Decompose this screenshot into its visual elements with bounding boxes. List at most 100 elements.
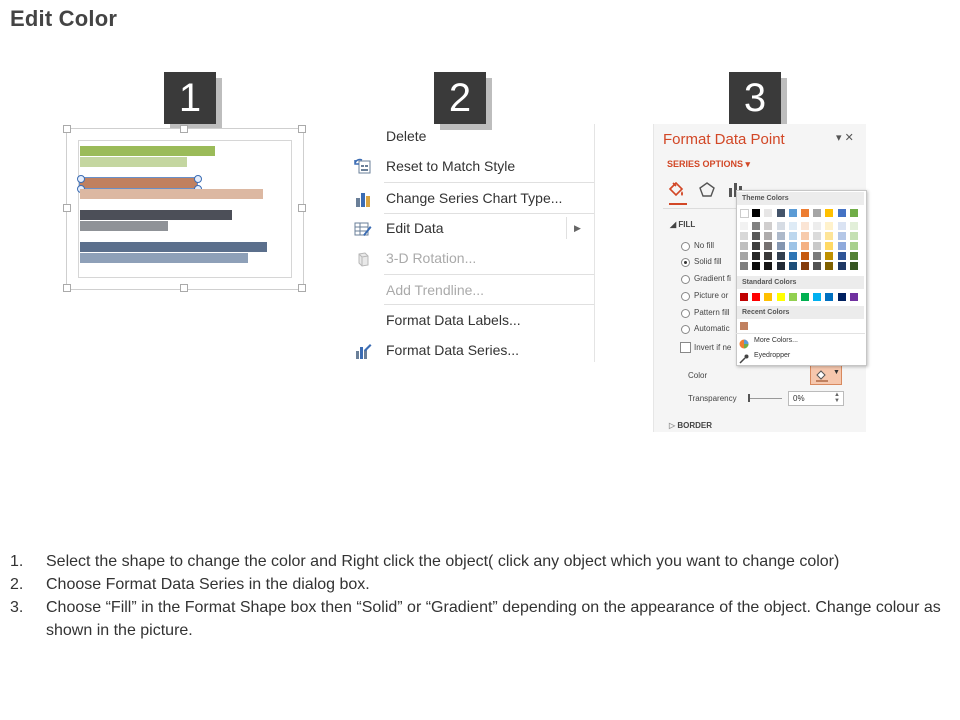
chart-bar[interactable] [80, 146, 215, 156]
theme-shade-swatch[interactable] [801, 262, 809, 270]
resize-handle[interactable] [298, 125, 306, 133]
theme-shade-swatch[interactable] [777, 242, 785, 250]
theme-color-swatch[interactable] [813, 209, 821, 217]
theme-color-swatch[interactable] [740, 209, 749, 218]
theme-shade-swatch[interactable] [752, 232, 760, 240]
eyedropper-option[interactable]: Eyedropper [754, 352, 790, 359]
theme-shade-swatch[interactable] [777, 262, 785, 270]
theme-shade-swatch[interactable] [777, 232, 785, 240]
chart-bar[interactable] [80, 253, 248, 263]
theme-shade-swatch[interactable] [764, 222, 772, 230]
selection-handle[interactable] [77, 175, 85, 183]
border-section-heading[interactable]: ▷ BORDER [669, 421, 712, 430]
resize-handle[interactable] [298, 204, 306, 212]
theme-shade-swatch[interactable] [825, 252, 833, 260]
theme-shade-swatch[interactable] [752, 242, 760, 250]
theme-shade-swatch[interactable] [752, 262, 760, 270]
transparency-slider-thumb[interactable] [748, 394, 750, 402]
resize-handle[interactable] [63, 125, 71, 133]
theme-shade-swatch[interactable] [825, 262, 833, 270]
menu-item-delete[interactable]: Delete [352, 122, 592, 152]
theme-shade-swatch[interactable] [752, 222, 760, 230]
chart-bar[interactable] [80, 157, 187, 167]
standard-color-swatch[interactable] [789, 293, 797, 301]
standard-color-swatch[interactable] [825, 293, 833, 301]
standard-color-swatch[interactable] [850, 293, 858, 301]
standard-color-swatch[interactable] [764, 293, 772, 301]
theme-shade-swatch[interactable] [740, 232, 748, 240]
radio-button[interactable] [681, 275, 690, 284]
theme-shade-swatch[interactable] [789, 262, 797, 270]
resize-handle[interactable] [298, 284, 306, 292]
theme-shade-swatch[interactable] [825, 222, 833, 230]
theme-shade-swatch[interactable] [740, 242, 748, 250]
chart-bar[interactable] [80, 242, 267, 252]
selection-handle[interactable] [194, 175, 202, 183]
color-picker-button[interactable]: ▼ [810, 365, 842, 385]
theme-shade-swatch[interactable] [789, 252, 797, 260]
theme-shade-swatch[interactable] [801, 232, 809, 240]
standard-color-swatch[interactable] [740, 293, 748, 301]
theme-shade-swatch[interactable] [850, 262, 858, 270]
theme-shade-swatch[interactable] [764, 252, 772, 260]
theme-shade-swatch[interactable] [850, 232, 858, 240]
chart-bar[interactable] [80, 221, 168, 231]
resize-handle[interactable] [180, 284, 188, 292]
recent-color-swatch[interactable] [740, 322, 748, 330]
theme-shade-swatch[interactable] [813, 262, 821, 270]
chart-bar[interactable] [80, 210, 232, 220]
menu-item-reset-style[interactable]: Reset to Match Style [352, 152, 592, 182]
theme-shade-swatch[interactable] [850, 222, 858, 230]
theme-shade-swatch[interactable] [777, 222, 785, 230]
menu-item-format-data-series[interactable]: Format Data Series... [352, 336, 592, 366]
resize-handle[interactable] [63, 284, 71, 292]
invert-checkbox[interactable] [680, 342, 691, 353]
theme-shade-swatch[interactable] [813, 222, 821, 230]
theme-shade-swatch[interactable] [764, 232, 772, 240]
theme-color-swatch[interactable] [752, 209, 760, 217]
theme-shade-swatch[interactable] [850, 242, 858, 250]
theme-shade-swatch[interactable] [789, 242, 797, 250]
fill-section-heading[interactable]: ◢ FILL [670, 220, 695, 229]
standard-color-swatch[interactable] [838, 293, 846, 301]
theme-shade-swatch[interactable] [813, 252, 821, 260]
theme-color-swatch[interactable] [764, 209, 772, 217]
theme-color-swatch[interactable] [838, 209, 846, 217]
theme-shade-swatch[interactable] [850, 252, 858, 260]
radio-button[interactable] [681, 325, 690, 334]
radio-button[interactable] [681, 242, 690, 251]
theme-shade-swatch[interactable] [838, 252, 846, 260]
series-options-dropdown[interactable]: SERIES OPTIONS ▾ [667, 159, 750, 170]
standard-color-swatch[interactable] [777, 293, 785, 301]
theme-shade-swatch[interactable] [740, 262, 748, 270]
theme-shade-swatch[interactable] [825, 232, 833, 240]
menu-item-edit-data[interactable]: Edit Data ▶ [352, 214, 592, 244]
pentagon-effects-icon[interactable] [697, 180, 717, 205]
transparency-slider-track[interactable] [748, 398, 782, 399]
standard-color-swatch[interactable] [752, 293, 760, 301]
theme-color-swatch[interactable] [825, 209, 833, 217]
standard-color-swatch[interactable] [813, 293, 821, 301]
theme-shade-swatch[interactable] [801, 252, 809, 260]
theme-shade-swatch[interactable] [740, 252, 748, 260]
fill-bucket-icon[interactable] [666, 180, 686, 205]
chart-bar-selected[interactable] [79, 177, 198, 189]
menu-item-format-data-labels[interactable]: Format Data Labels... [352, 306, 592, 336]
theme-color-swatch[interactable] [789, 209, 797, 217]
chart-bar[interactable] [80, 189, 263, 199]
resize-handle[interactable] [180, 125, 188, 133]
standard-color-swatch[interactable] [801, 293, 809, 301]
pane-close-controls[interactable]: ▾ ✕ [836, 131, 854, 144]
radio-button[interactable] [681, 309, 690, 318]
theme-shade-swatch[interactable] [838, 222, 846, 230]
radio-button[interactable] [681, 292, 690, 301]
theme-shade-swatch[interactable] [838, 242, 846, 250]
theme-shade-swatch[interactable] [801, 242, 809, 250]
theme-shade-swatch[interactable] [813, 242, 821, 250]
theme-shade-swatch[interactable] [838, 262, 846, 270]
theme-shade-swatch[interactable] [825, 242, 833, 250]
theme-shade-swatch[interactable] [838, 232, 846, 240]
radio-button[interactable] [681, 258, 690, 267]
theme-shade-swatch[interactable] [777, 252, 785, 260]
theme-shade-swatch[interactable] [789, 222, 797, 230]
